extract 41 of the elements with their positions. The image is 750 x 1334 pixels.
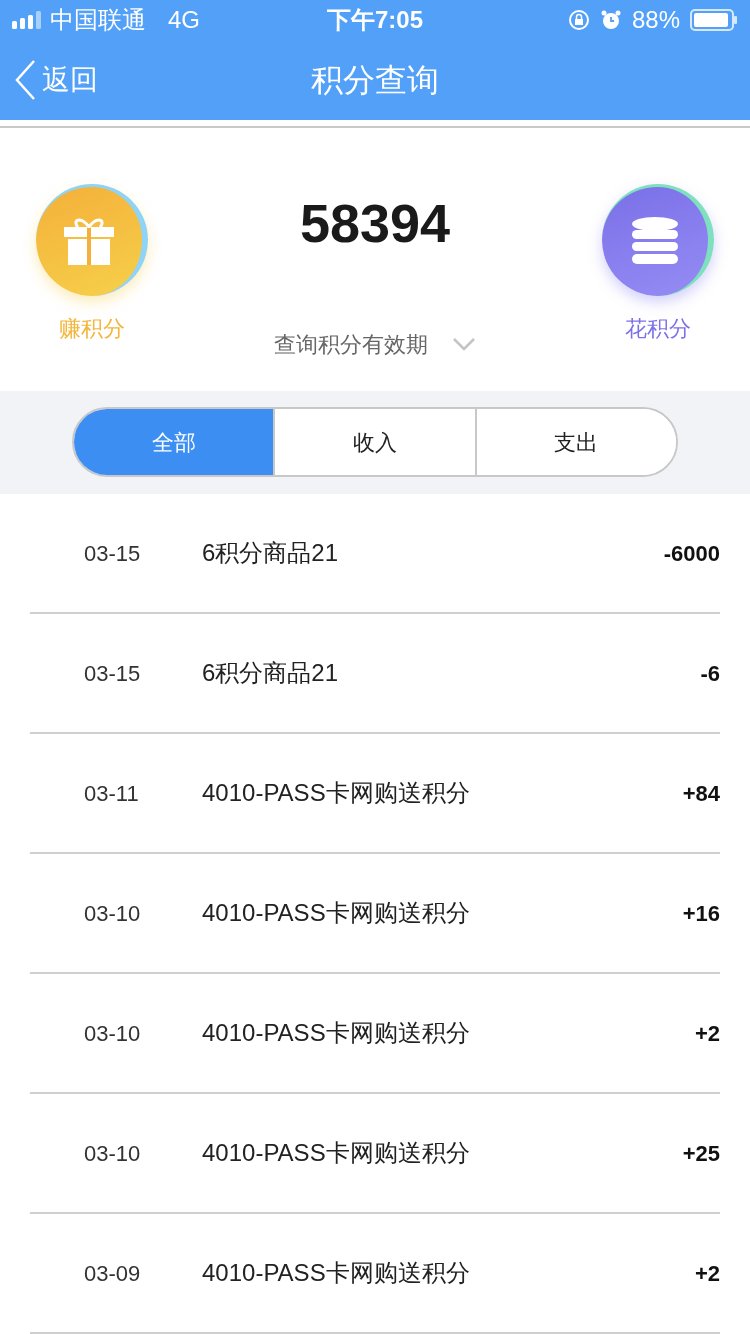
battery-icon	[690, 9, 738, 31]
battery-percent: 88%	[631, 5, 680, 35]
record-amount: -6000	[663, 539, 720, 568]
filter-tab[interactable]: 全部	[74, 409, 274, 476]
record-amount: +25	[682, 1139, 720, 1168]
gift-icon	[64, 217, 114, 266]
page-title: 积分查询	[311, 61, 439, 100]
record-amount: -6	[700, 659, 720, 688]
validity-dropdown[interactable]: 查询积分有效期	[274, 327, 476, 361]
network-type: 4G	[168, 5, 200, 35]
record-date: 03-10	[83, 1019, 142, 1048]
record-description: 4010-PASS卡网购送积分	[202, 898, 471, 928]
record-description: 6积分商品21	[202, 658, 340, 688]
rotation-lock-icon	[567, 9, 590, 31]
record-description: 4010-PASS卡网购送积分	[202, 1138, 471, 1168]
points-balance: 58394	[299, 195, 451, 250]
back-chevron-icon	[14, 59, 36, 101]
clock: 下午7:05	[327, 5, 424, 35]
record-description: 4010-PASS卡网购送积分	[202, 1018, 471, 1048]
record-amount: +2	[694, 1259, 720, 1288]
chevron-down-icon	[452, 337, 476, 352]
record-date: 03-11	[83, 779, 140, 808]
record-amount: +84	[682, 779, 720, 808]
record-date: 03-09	[83, 1259, 142, 1288]
coin-stack-icon	[631, 216, 679, 267]
record-date: 03-10	[83, 1139, 142, 1168]
record-description: 4010-PASS卡网购送积分	[202, 778, 471, 808]
record-date: 03-10	[83, 899, 142, 928]
record-description: 6积分商品21	[202, 538, 340, 568]
earn-points-label: 赚积分	[59, 314, 125, 343]
spend-points-label: 花积分	[625, 314, 691, 343]
record-amount: +2	[694, 1019, 720, 1048]
filter-tab[interactable]: 支出	[474, 409, 676, 476]
record-description: 4010-PASS卡网购送积分	[202, 1258, 471, 1288]
record-date: 03-15	[83, 659, 142, 688]
record-date: 03-15	[83, 539, 142, 568]
spend-points-button[interactable]	[602, 183, 714, 296]
carrier-name: 中国联通	[50, 5, 146, 35]
record-amount: +16	[682, 899, 720, 928]
alarm-icon	[599, 9, 622, 31]
signal-icon	[12, 11, 42, 29]
